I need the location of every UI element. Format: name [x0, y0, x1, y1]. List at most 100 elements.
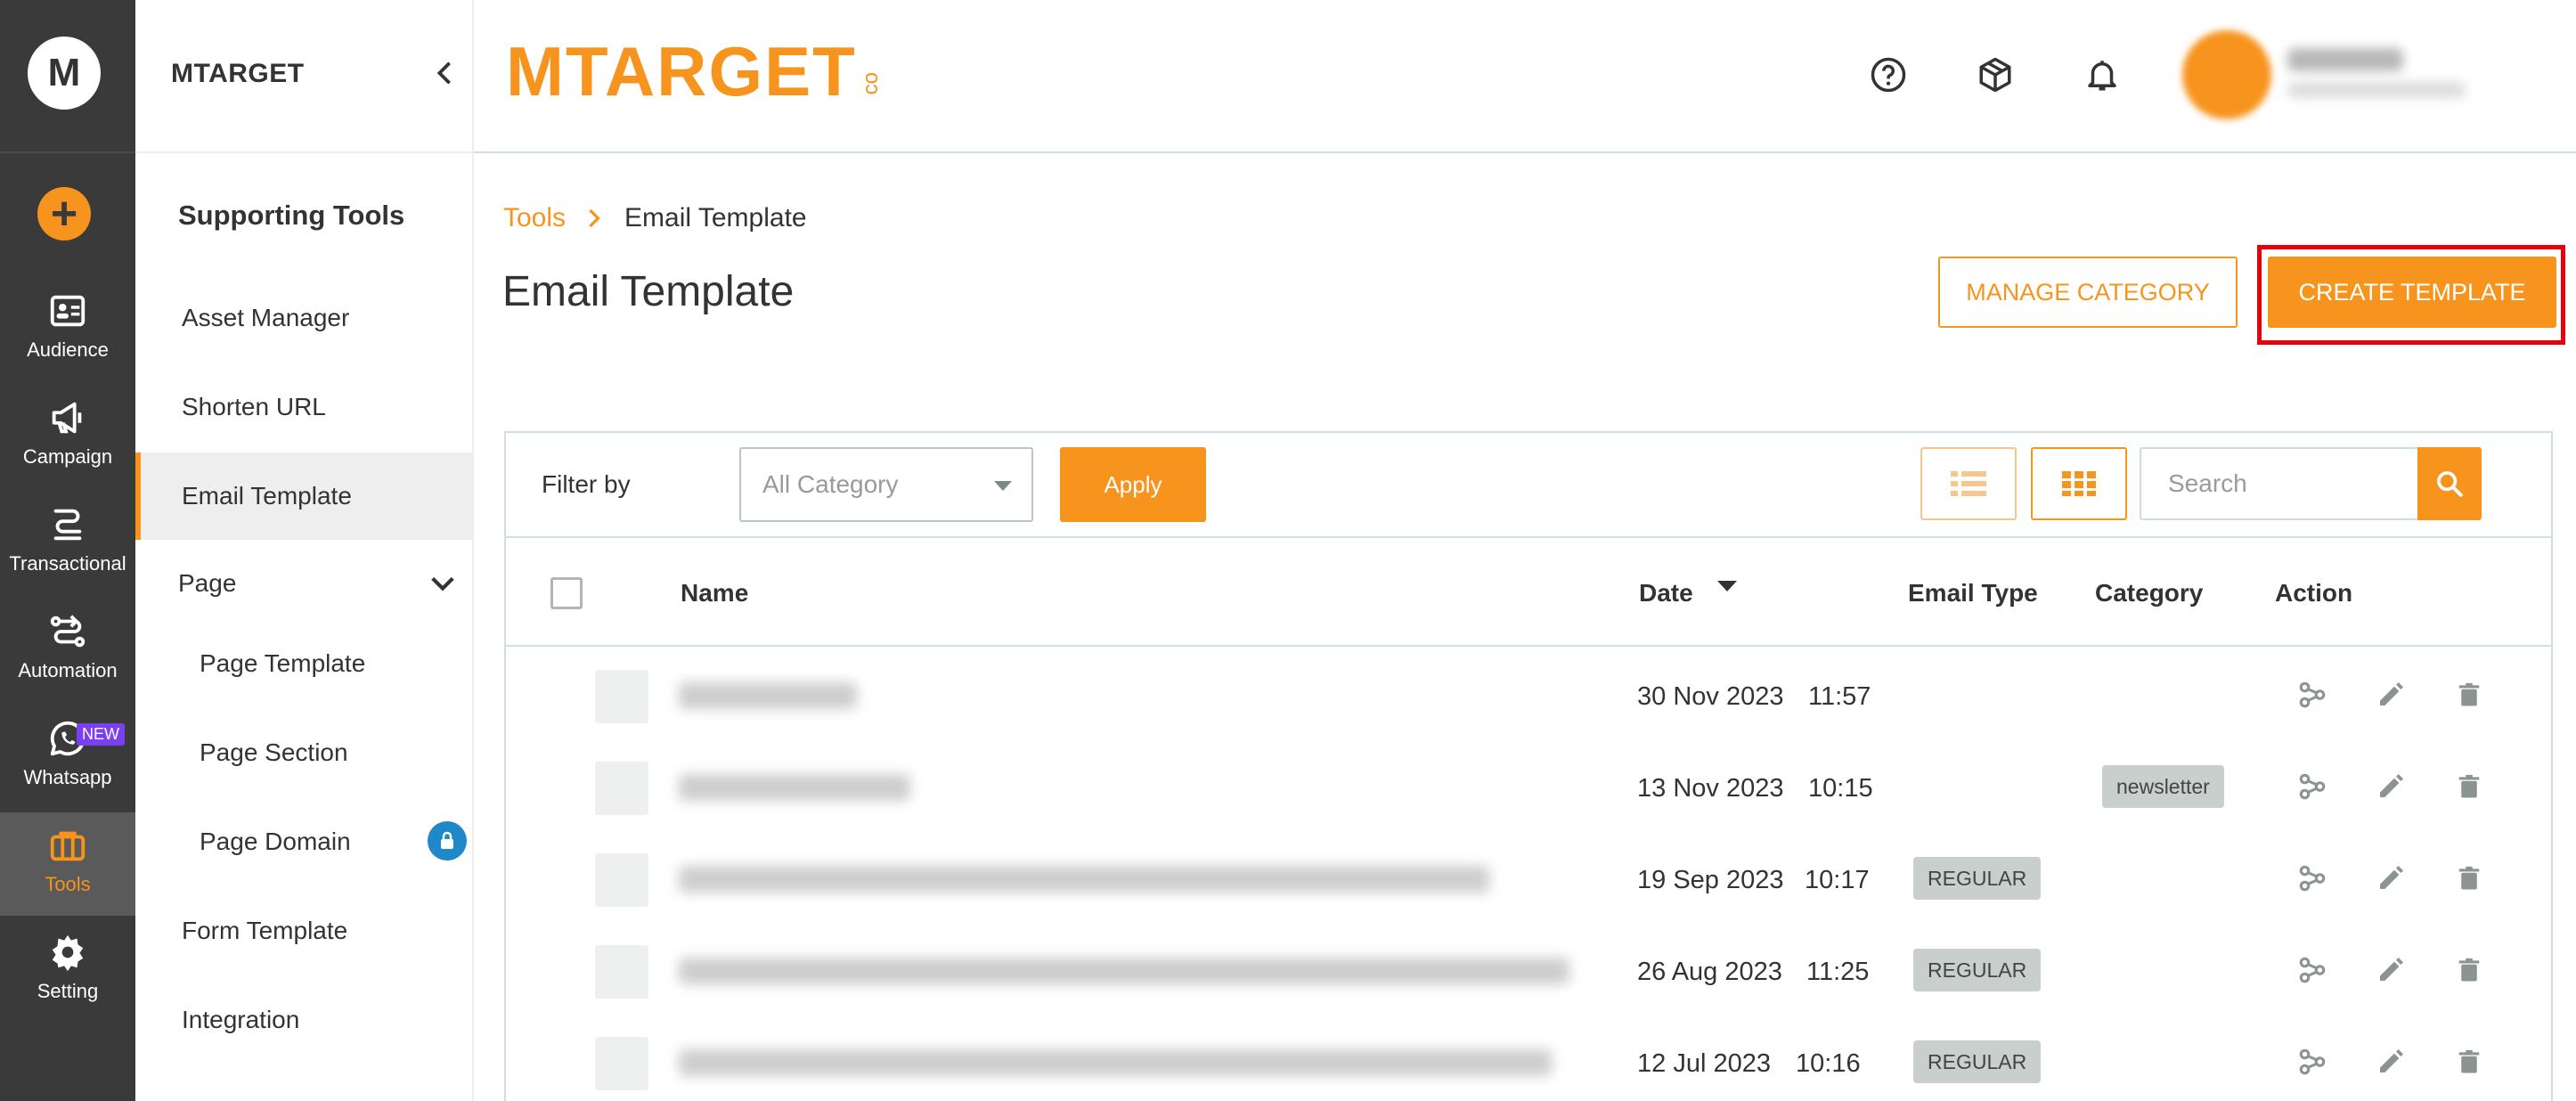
user-avatar[interactable]: [2182, 30, 2271, 119]
template-thumbnail[interactable]: [595, 945, 648, 999]
top-header: MTARGET co: [474, 0, 2576, 153]
caret-down-icon: [994, 481, 1012, 491]
help-icon: [1871, 57, 1906, 93]
sidebar-brand: MTARGET: [171, 59, 305, 88]
edit-pencil-icon[interactable]: [2373, 1044, 2409, 1080]
edit-pencil-icon[interactable]: [2373, 677, 2409, 713]
sidebar-item-label: Page Section: [200, 738, 348, 766]
template-name-blurred[interactable]: [679, 774, 910, 801]
column-header-date[interactable]: Date: [1639, 579, 1693, 608]
create-template-highlight-box: [2257, 245, 2565, 345]
table-row[interactable]: 12 Jul 2023 10:16 REGULAR: [506, 1017, 2551, 1101]
column-header-name[interactable]: Name: [681, 579, 748, 608]
row-time: 11:25: [1806, 958, 1870, 986]
row-time: 10:16: [1796, 1049, 1861, 1078]
audience-card-icon: [50, 295, 86, 327]
grid-view-button[interactable]: [2031, 447, 2127, 520]
sidebar-item-label: Integration: [182, 1006, 300, 1033]
category-select[interactable]: All Category: [739, 447, 1033, 522]
plus-circle-icon[interactable]: +: [37, 187, 91, 241]
sidebar-item-page[interactable]: Page: [135, 540, 474, 627]
mtarget-logo[interactable]: MTARGET co: [506, 27, 884, 116]
template-thumbnail[interactable]: [595, 1037, 648, 1090]
sidebar-item-label: Form Template: [182, 917, 348, 944]
search-icon: [2437, 471, 2463, 497]
share-icon[interactable]: [2295, 769, 2330, 804]
filter-label: Filter by: [542, 470, 631, 498]
rail-item-whatsapp[interactable]: NEW Whatsapp: [0, 718, 135, 825]
sidebar-item-asset-manager[interactable]: Asset Manager: [135, 274, 474, 362]
search-button[interactable]: [2417, 447, 2482, 520]
apply-filter-button[interactable]: Apply: [1060, 447, 1206, 522]
app-logo-avatar[interactable]: M: [28, 37, 101, 110]
sidebar-item-label: Email Template: [182, 482, 352, 510]
automation-icon: [50, 615, 86, 648]
share-icon[interactable]: [2295, 1044, 2330, 1080]
list-view-button[interactable]: [1920, 447, 2017, 520]
edit-pencil-icon[interactable]: [2373, 952, 2409, 988]
trash-icon[interactable]: [2451, 677, 2487, 713]
sidebar-item-email-template[interactable]: Email Template: [135, 453, 474, 540]
edit-pencil-icon[interactable]: [2373, 860, 2409, 896]
template-thumbnail[interactable]: [595, 853, 648, 907]
trash-icon[interactable]: [2451, 952, 2487, 988]
edit-pencil-icon[interactable]: [2373, 769, 2409, 804]
share-icon[interactable]: [2295, 677, 2330, 713]
share-icon[interactable]: [2295, 860, 2330, 896]
template-thumbnail[interactable]: [595, 670, 648, 723]
icon-rail: M + Audience Campaign Transactional Auto…: [0, 0, 135, 1101]
sidebar-item-integration[interactable]: Integration: [135, 976, 474, 1064]
template-name-blurred[interactable]: [679, 682, 857, 709]
rail-label: Setting: [37, 980, 99, 1002]
manage-category-button[interactable]: MANAGE CATEGORY: [1938, 257, 2238, 328]
user-email-blurred: [2287, 82, 2466, 98]
collapse-sidebar-button[interactable]: [431, 55, 458, 91]
rail-item-tools[interactable]: Tools: [0, 812, 135, 916]
template-name-blurred[interactable]: [679, 1049, 1552, 1076]
table-row[interactable]: 26 Aug 2023 11:25 REGULAR: [506, 926, 2551, 1017]
user-name-blurred[interactable]: [2287, 48, 2403, 71]
sidebar-item-label: Page Template: [200, 649, 366, 677]
package-button[interactable]: [1974, 53, 2017, 96]
table-row[interactable]: 13 Nov 2023 10:15 newsletter: [506, 742, 2551, 834]
sidebar-item-page-template[interactable]: Page Template: [135, 620, 474, 707]
row-time: 11:57: [1808, 682, 1871, 711]
template-name-blurred[interactable]: [679, 866, 1489, 893]
sidebar-item-page-domain[interactable]: Page Domain: [135, 798, 474, 885]
sidebar-item-label: Asset Manager: [182, 304, 350, 331]
list-view-icon: [1951, 471, 1986, 496]
notifications-button[interactable]: [2081, 53, 2124, 96]
trash-icon[interactable]: [2451, 1044, 2487, 1080]
sidebar-item-form-template[interactable]: Form Template: [135, 887, 474, 975]
sort-desc-icon[interactable]: [1717, 581, 1737, 591]
email-type-chip: REGULAR: [1913, 949, 2042, 991]
sidebar-item-label: Page: [178, 569, 237, 597]
search-input[interactable]: Search: [2140, 447, 2417, 520]
rail-item-campaign[interactable]: Campaign: [0, 397, 135, 504]
rail-item-automation[interactable]: Automation: [0, 611, 135, 718]
gear-icon: [52, 934, 84, 972]
table-row[interactable]: 30 Nov 2023 11:57: [506, 650, 2551, 742]
column-header-email-type: Email Type: [1908, 579, 2038, 607]
trash-icon[interactable]: [2451, 769, 2487, 804]
template-thumbnail[interactable]: [595, 762, 648, 815]
table-row[interactable]: 19 Sep 2023 10:17 REGULAR: [506, 834, 2551, 926]
select-all-checkbox[interactable]: [550, 577, 583, 609]
breadcrumb-tools-link[interactable]: Tools: [503, 203, 566, 233]
sidebar: MTARGET Supporting Tools Asset Manager S…: [135, 0, 474, 1101]
category-select-value: All Category: [762, 470, 899, 498]
breadcrumb: Tools Email Template: [503, 203, 807, 233]
rail-item-transactional[interactable]: Transactional: [0, 504, 135, 611]
sidebar-item-page-section[interactable]: Page Section: [135, 709, 474, 796]
sidebar-item-shorten-url[interactable]: Shorten URL: [135, 363, 474, 451]
transactional-icon: [53, 509, 82, 541]
column-header-action: Action: [2275, 579, 2353, 607]
rail-label: Whatsapp: [23, 766, 112, 788]
rail-item-audience[interactable]: Audience: [0, 290, 135, 397]
share-icon[interactable]: [2295, 952, 2330, 988]
trash-icon[interactable]: [2451, 860, 2487, 896]
help-button[interactable]: [1867, 53, 1910, 96]
row-date: 12 Jul 2023: [1637, 1049, 1771, 1078]
rail-item-setting[interactable]: Setting: [0, 932, 135, 1039]
template-name-blurred[interactable]: [679, 958, 1569, 984]
